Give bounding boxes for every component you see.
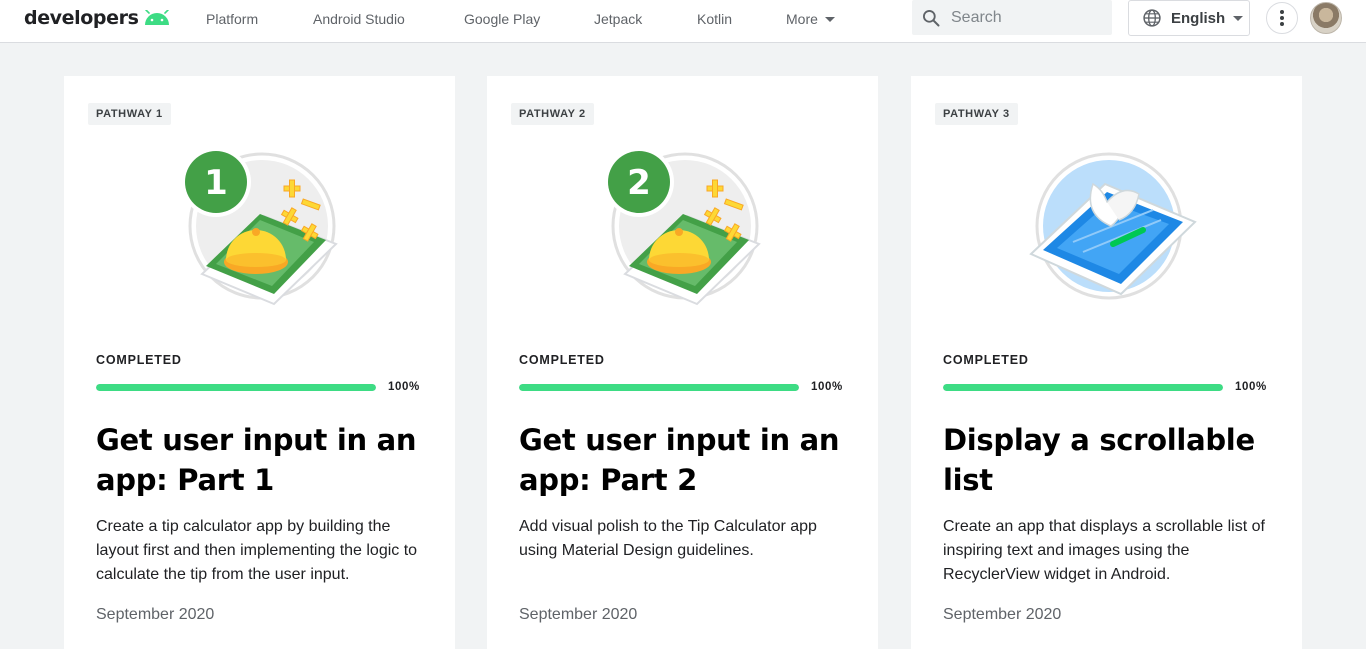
progress-bar (943, 384, 1223, 391)
completion-status: COMPLETED (943, 353, 1029, 367)
top-app-bar: developers Platform Android Studio Googl… (0, 0, 1366, 43)
completion-status: COMPLETED (96, 353, 182, 367)
developers-logo[interactable]: developers (24, 6, 171, 30)
tip-calculator-illustration: 2 (604, 147, 761, 306)
pathway-chip: PATHWAY 2 (511, 103, 594, 125)
pathway-description: Create a tip calculator app by building … (96, 518, 418, 583)
scrollable-list-illustration (1029, 152, 1197, 300)
progress-bar (96, 384, 376, 391)
progress-percent: 100% (811, 381, 843, 393)
pathway-date: September 2020 (96, 606, 215, 623)
tip-calculator-illustration: 1 (181, 147, 338, 306)
pathway-date: September 2020 (943, 606, 1062, 623)
search-icon (923, 9, 940, 26)
nav-kotlin[interactable]: Kotlin (697, 10, 732, 28)
nav-more-label: More (786, 11, 818, 27)
pathway-number-badge: 2 (627, 163, 651, 203)
nav-platform[interactable]: Platform (206, 10, 258, 28)
search-input[interactable] (951, 8, 1101, 27)
pathway-card-3[interactable]: PATHWAY 3 COMPLETED 100% Display a scrol… (911, 76, 1302, 649)
completion-status: COMPLETED (519, 353, 605, 367)
pathway-card-2[interactable]: PATHWAY 2 2 COMPLETED 100% Get user inpu… (487, 76, 878, 649)
progress-bar-fill (96, 384, 376, 391)
progress-bar (519, 384, 799, 391)
pathway-chip: PATHWAY 3 (935, 103, 1018, 125)
kebab-dot (1280, 16, 1284, 20)
caret-down-icon (1233, 15, 1244, 21)
nav-google-play[interactable]: Google Play (464, 10, 540, 28)
globe-icon (1143, 9, 1161, 27)
pathway-card-1[interactable]: PATHWAY 1 1 COMPLETED 100% Get user inpu… (64, 76, 455, 649)
kebab-dot (1280, 10, 1284, 14)
pathway-description: Add visual polish to the Tip Calculator … (519, 518, 817, 559)
pathway-title[interactable]: Get user input in an app: Part 2 (519, 420, 859, 500)
pathway-title[interactable]: Get user input in an app: Part 1 (96, 420, 436, 500)
more-options-button[interactable] (1266, 2, 1298, 34)
progress-bar-fill (519, 384, 799, 391)
progress-percent: 100% (1235, 381, 1267, 393)
logo-text: developers (24, 7, 139, 29)
language-label: English (1171, 9, 1226, 27)
android-icon (144, 10, 169, 25)
language-selector[interactable]: English (1128, 0, 1250, 36)
pathway-date: September 2020 (519, 606, 638, 623)
nav-jetpack[interactable]: Jetpack (594, 10, 642, 28)
nav-android-studio[interactable]: Android Studio (313, 10, 405, 28)
pathway-chip: PATHWAY 1 (88, 103, 171, 125)
nav-more-menu[interactable]: More (786, 10, 835, 28)
progress-bar-fill (943, 384, 1223, 391)
caret-down-icon (824, 16, 835, 22)
pathway-description: Create an app that displays a scrollable… (943, 518, 1265, 583)
user-avatar[interactable] (1310, 2, 1342, 34)
progress-percent: 100% (388, 381, 420, 393)
search-box[interactable] (912, 0, 1112, 35)
pathway-number-badge: 1 (204, 163, 228, 203)
pathway-title[interactable]: Display a scrollable list (943, 420, 1283, 500)
kebab-dot (1280, 22, 1284, 26)
